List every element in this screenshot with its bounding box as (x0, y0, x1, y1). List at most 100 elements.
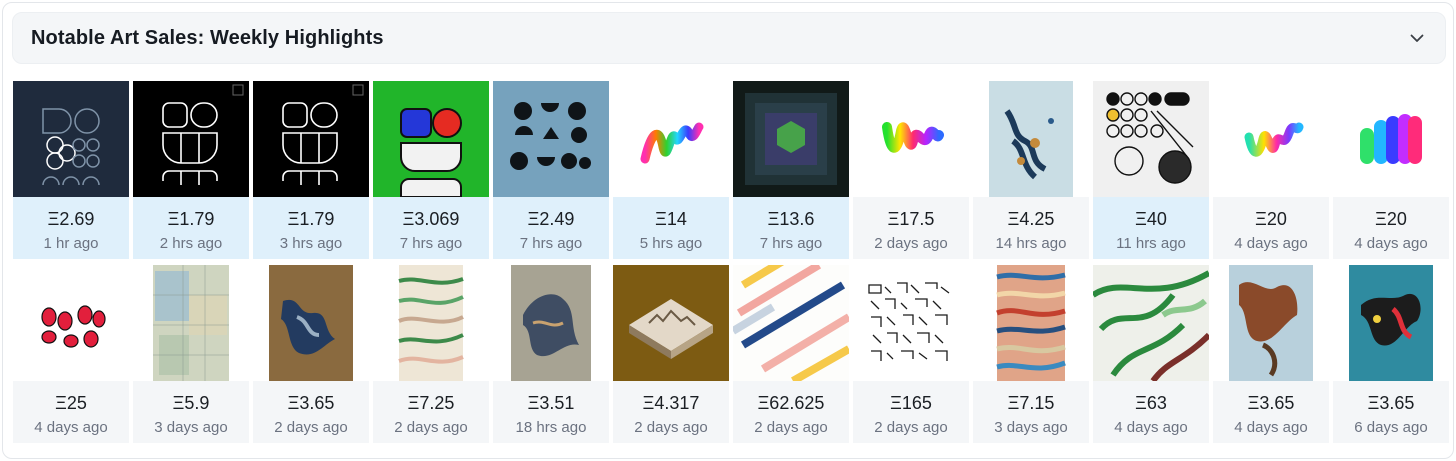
artwork-thumbnail[interactable] (973, 265, 1089, 381)
sale-tile[interactable]: Ξ40 11 hrs ago (1093, 81, 1209, 259)
sale-time-ago: 4 days ago (1114, 419, 1188, 436)
artwork-thumbnail[interactable] (1333, 81, 1449, 197)
artwork-thumbnail[interactable] (253, 265, 369, 381)
sale-tile[interactable]: Ξ17.5 2 days ago (853, 81, 969, 259)
sale-price: Ξ4.317 (642, 393, 700, 413)
sale-time-ago: 2 days ago (874, 419, 948, 436)
sale-time-ago: 11 hrs ago (1116, 235, 1186, 252)
sale-tile[interactable]: Ξ7.25 2 days ago (373, 265, 489, 443)
sale-time-ago: 4 days ago (1234, 419, 1308, 436)
sale-info: Ξ2.69 1 hr ago (13, 197, 129, 259)
artwork-thumbnail[interactable] (493, 265, 609, 381)
sale-time-ago: 4 days ago (1234, 235, 1308, 252)
sale-time-ago: 1 hr ago (43, 235, 99, 252)
artwork-thumbnail[interactable] (613, 265, 729, 381)
sale-time-ago: 4 days ago (1354, 235, 1428, 252)
artwork-thumbnail[interactable] (733, 265, 849, 381)
sale-tile[interactable]: Ξ5.9 3 days ago (133, 265, 249, 443)
section-header[interactable]: Notable Art Sales: Weekly Highlights (12, 12, 1446, 64)
sale-price: Ξ4.25 (1007, 209, 1055, 229)
sale-tile[interactable]: Ξ1.79 2 hrs ago (133, 81, 249, 259)
artwork-thumbnail[interactable] (853, 265, 969, 381)
artwork-thumbnail[interactable] (13, 81, 129, 197)
sale-info: Ξ63 4 days ago (1093, 381, 1209, 443)
sale-price: Ξ165 (890, 393, 932, 413)
sale-time-ago: 2 hrs ago (159, 235, 223, 252)
artwork-thumbnail[interactable] (733, 81, 849, 197)
sale-info: Ξ4.317 2 days ago (613, 381, 729, 443)
sale-tile[interactable]: Ξ13.6 7 hrs ago (733, 81, 849, 259)
sale-tile[interactable]: Ξ25 4 days ago (13, 265, 129, 443)
sale-info: Ξ4.25 14 hrs ago (973, 197, 1089, 259)
sale-tile[interactable]: Ξ4.317 2 days ago (613, 265, 729, 443)
artwork-thumbnail[interactable] (493, 81, 609, 197)
sale-tile[interactable]: Ξ3.069 7 hrs ago (373, 81, 489, 259)
sale-info: Ξ62.625 2 days ago (733, 381, 849, 443)
artwork-thumbnail[interactable] (133, 81, 249, 197)
sale-price: Ξ3.65 (1367, 393, 1415, 413)
artwork-thumbnail[interactable] (853, 81, 969, 197)
sale-tile[interactable]: Ξ3.65 6 days ago (1333, 265, 1449, 443)
sale-price: Ξ2.69 (47, 209, 95, 229)
sale-tile[interactable]: Ξ63 4 days ago (1093, 265, 1209, 443)
sale-price: Ξ62.625 (757, 393, 825, 413)
sale-info: Ξ3.51 18 hrs ago (493, 381, 609, 443)
chevron-down-icon[interactable] (1407, 28, 1427, 48)
sale-price: Ξ3.65 (1247, 393, 1295, 413)
sale-tile[interactable]: Ξ62.625 2 days ago (733, 265, 849, 443)
sale-info: Ξ5.9 3 days ago (133, 381, 249, 443)
sale-info: Ξ7.15 3 days ago (973, 381, 1089, 443)
sale-tile[interactable]: Ξ20 4 days ago (1333, 81, 1449, 259)
artwork-thumbnail[interactable] (133, 265, 249, 381)
sale-info: Ξ20 4 days ago (1333, 197, 1449, 259)
sale-tile[interactable]: Ξ2.69 1 hr ago (13, 81, 129, 259)
artwork-thumbnail[interactable] (973, 81, 1089, 197)
artwork-thumbnail[interactable] (1213, 81, 1329, 197)
sale-info: Ξ3.069 7 hrs ago (373, 197, 489, 259)
sales-row: Ξ2.69 1 hr ago Ξ1.79 2 hrs ago Ξ1.79 3 hrs ag… (13, 81, 1449, 259)
sale-info: Ξ7.25 2 days ago (373, 381, 489, 443)
artwork-thumbnail[interactable] (613, 81, 729, 197)
artwork-thumbnail[interactable] (253, 81, 369, 197)
artwork-thumbnail[interactable] (13, 265, 129, 381)
sale-time-ago: 2 days ago (874, 235, 948, 252)
sale-tile[interactable]: Ξ3.65 4 days ago (1213, 265, 1329, 443)
sale-time-ago: 3 days ago (154, 419, 228, 436)
sale-tile[interactable]: Ξ14 5 hrs ago (613, 81, 729, 259)
sale-time-ago: 6 days ago (1354, 419, 1428, 436)
sale-tile[interactable]: Ξ3.65 2 days ago (253, 265, 369, 443)
sale-info: Ξ1.79 3 hrs ago (253, 197, 369, 259)
sale-time-ago: 2 days ago (754, 419, 828, 436)
sale-time-ago: 7 hrs ago (399, 235, 463, 252)
artwork-thumbnail[interactable] (373, 81, 489, 197)
artwork-thumbnail[interactable] (1333, 265, 1449, 381)
sale-time-ago: 3 hrs ago (279, 235, 343, 252)
sales-row: Ξ25 4 days ago Ξ5.9 3 days ago Ξ3.65 2 days a… (13, 265, 1449, 443)
section-title: Notable Art Sales: Weekly Highlights (31, 26, 384, 49)
sale-price: Ξ1.79 (167, 209, 215, 229)
sale-price: Ξ20 (1375, 209, 1407, 229)
sale-info: Ξ3.65 2 days ago (253, 381, 369, 443)
artwork-thumbnail[interactable] (1093, 81, 1209, 197)
artwork-thumbnail[interactable] (373, 265, 489, 381)
sale-time-ago: 2 days ago (634, 419, 708, 436)
artwork-thumbnail[interactable] (1213, 265, 1329, 381)
sale-tile[interactable]: Ξ20 4 days ago (1213, 81, 1329, 259)
sale-info: Ξ20 4 days ago (1213, 197, 1329, 259)
sale-info: Ξ40 11 hrs ago (1093, 197, 1209, 259)
sale-tile[interactable]: Ξ7.15 3 days ago (973, 265, 1089, 443)
sale-tile[interactable]: Ξ4.25 14 hrs ago (973, 81, 1089, 259)
sale-tile[interactable]: Ξ1.79 3 hrs ago (253, 81, 369, 259)
sale-price: Ξ3.069 (402, 209, 460, 229)
artwork-thumbnail[interactable] (1093, 265, 1209, 381)
sale-tile[interactable]: Ξ165 2 days ago (853, 265, 969, 443)
sale-info: Ξ13.6 7 hrs ago (733, 197, 849, 259)
sale-info: Ξ14 5 hrs ago (613, 197, 729, 259)
sale-info: Ξ17.5 2 days ago (853, 197, 969, 259)
sale-tile[interactable]: Ξ2.49 7 hrs ago (493, 81, 609, 259)
sale-price: Ξ13.6 (767, 209, 815, 229)
sale-tile[interactable]: Ξ3.51 18 hrs ago (493, 265, 609, 443)
sale-info: Ξ1.79 2 hrs ago (133, 197, 249, 259)
sale-info: Ξ25 4 days ago (13, 381, 129, 443)
sale-info: Ξ2.49 7 hrs ago (493, 197, 609, 259)
